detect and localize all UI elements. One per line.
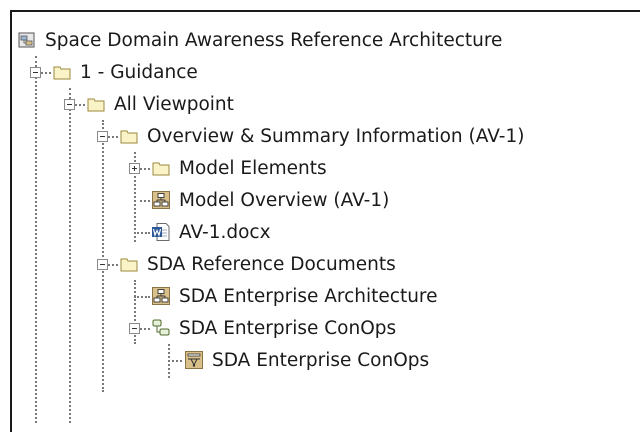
- tree-branch-line: [41, 72, 51, 74]
- conops-diagram-icon: [185, 351, 203, 369]
- folder-icon: [120, 130, 138, 144]
- folder-icon: [152, 162, 170, 176]
- tree-branch-line: [140, 328, 150, 330]
- tree-node-label: Model Overview (AV-1): [179, 189, 390, 211]
- tree-node-sda-enterprise-conops-element[interactable]: SDA Enterprise ConOps: [151, 312, 396, 344]
- model-tree: Space Domain Awareness Reference Archite…: [12, 12, 640, 432]
- tree-node-av1-docx[interactable]: AV-1.docx: [151, 216, 271, 248]
- tree-branch-line: [140, 200, 150, 202]
- tree-guide-line: [69, 88, 71, 423]
- tree-node-label: SDA Enterprise ConOps: [179, 317, 397, 339]
- tree-node-guidance-folder[interactable]: 1 - Guidance: [52, 56, 198, 88]
- expand-toggle-icon[interactable]: [129, 163, 140, 174]
- tree-branch-line: [134, 296, 150, 298]
- tree-node-sda-enterprise-conops-diagram[interactable]: SDA Enterprise ConOps: [184, 344, 429, 376]
- tree-guide-line: [134, 280, 136, 344]
- model-package-icon: [18, 32, 35, 48]
- collapse-toggle-icon[interactable]: [30, 67, 41, 78]
- folder-icon: [87, 98, 105, 112]
- collapse-toggle-icon[interactable]: [97, 131, 108, 142]
- collapse-toggle-icon[interactable]: [129, 323, 140, 334]
- tree-node-label: All Viewpoint: [114, 93, 234, 115]
- folder-icon: [120, 258, 138, 272]
- tree-node-label: SDA Enterprise ConOps: [212, 349, 430, 371]
- tree-branch-line: [140, 168, 150, 170]
- tree-node-model-overview-diagram[interactable]: Model Overview (AV-1): [151, 184, 389, 216]
- tree-guide-line: [35, 56, 37, 423]
- diagram-icon: [152, 191, 170, 209]
- collapse-toggle-icon[interactable]: [64, 99, 75, 110]
- tree-node-label: SDA Reference Documents: [147, 253, 396, 275]
- tree-node-label: Model Elements: [179, 157, 327, 179]
- tree-guide-line: [102, 120, 104, 392]
- tree-root-node[interactable]: Space Domain Awareness Reference Archite…: [17, 24, 502, 56]
- tree-node-sda-enterprise-architecture-diagram[interactable]: SDA Enterprise Architecture: [151, 280, 438, 312]
- tree-node-all-viewpoint-folder[interactable]: All Viewpoint: [86, 88, 234, 120]
- tree-node-label: SDA Enterprise Architecture: [179, 285, 438, 307]
- tree-node-sda-reference-documents-folder[interactable]: SDA Reference Documents: [119, 248, 396, 280]
- tree-branch-line: [108, 264, 118, 266]
- tree-branch-line: [168, 360, 182, 362]
- tree-node-label: Overview & Summary Information (AV-1): [147, 125, 525, 147]
- word-document-icon: [152, 223, 170, 241]
- tree-branch-line: [108, 136, 118, 138]
- tree-node-label: AV-1.docx: [179, 221, 271, 243]
- tree-node-label: 1 - Guidance: [80, 61, 198, 83]
- collapse-toggle-icon[interactable]: [97, 259, 108, 270]
- tree-node-overview-folder[interactable]: Overview & Summary Information (AV-1): [119, 120, 524, 152]
- tree-node-label: Space Domain Awareness Reference Archite…: [45, 29, 503, 51]
- tree-branch-line: [134, 232, 150, 234]
- folder-icon: [53, 66, 71, 80]
- tree-branch-line: [75, 104, 85, 106]
- containment-tree-panel: Space Domain Awareness Reference Archite…: [10, 10, 640, 432]
- tree-node-model-elements-folder[interactable]: Model Elements: [151, 152, 327, 184]
- diagram-icon: [152, 287, 170, 305]
- conops-element-icon: [152, 319, 170, 336]
